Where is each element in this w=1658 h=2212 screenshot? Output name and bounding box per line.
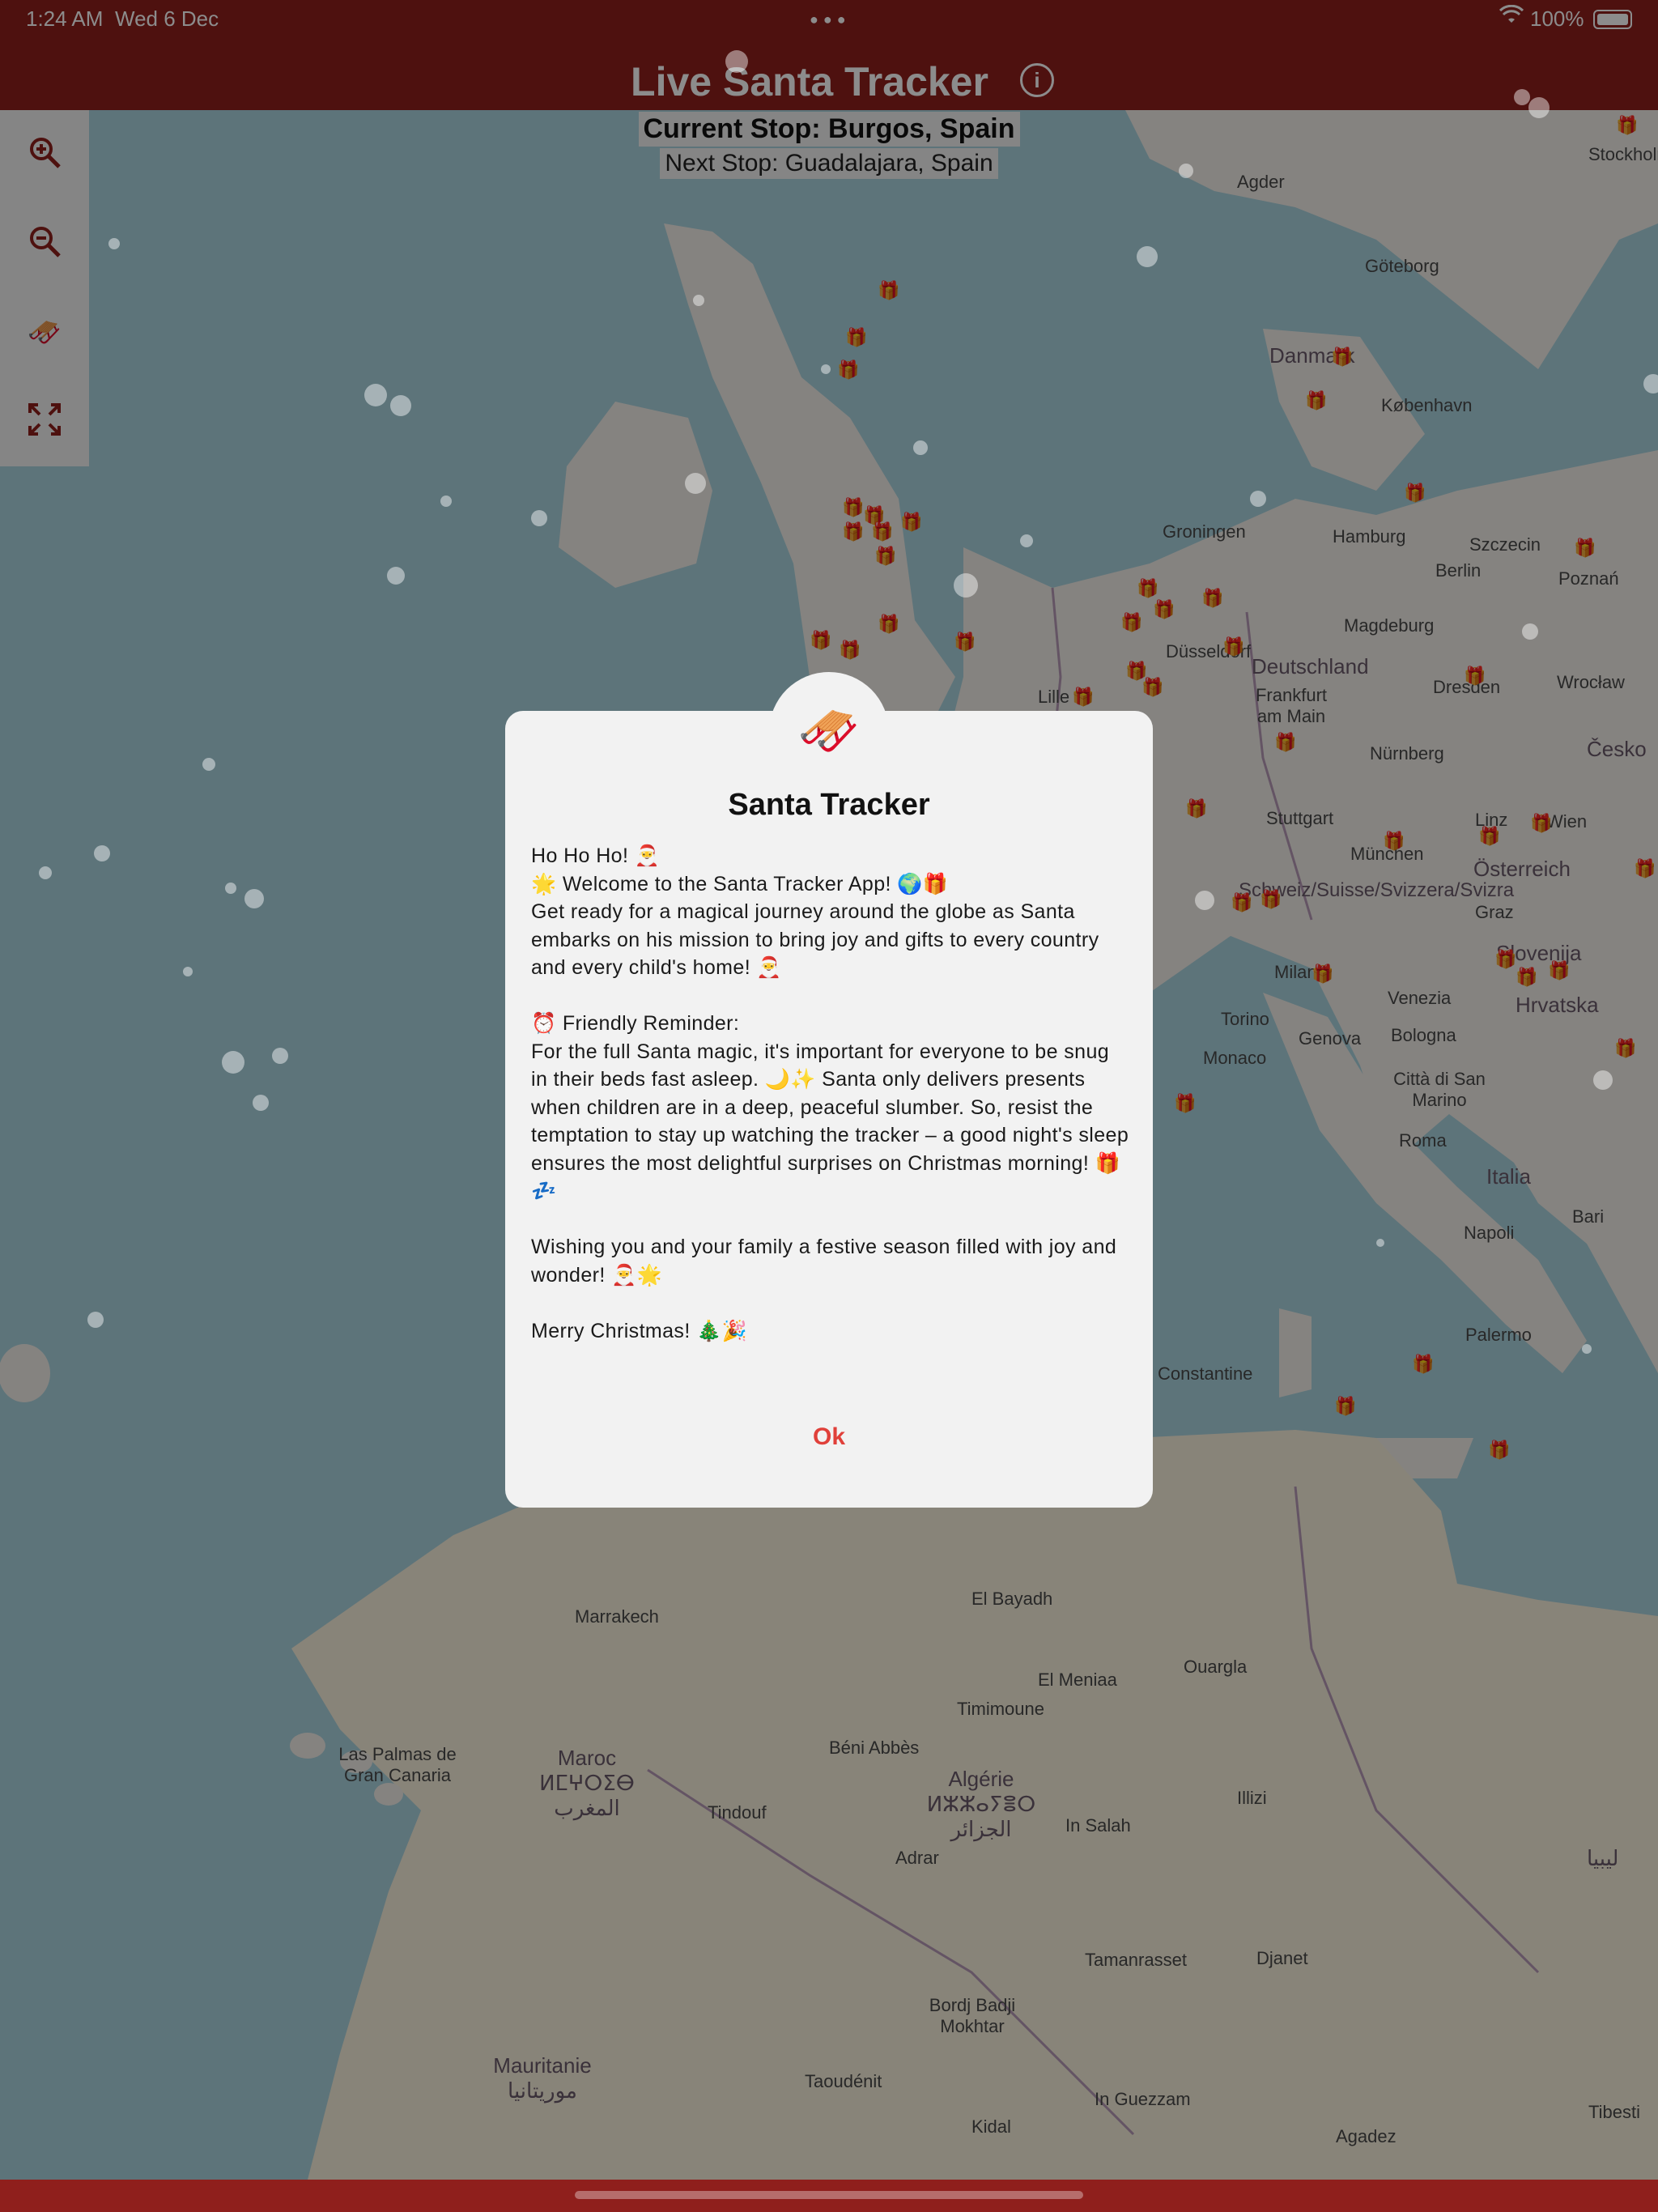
snowflake <box>390 395 411 416</box>
dialog-line: 🌟 Welcome to the Santa Tracker App! 🌍🎁 <box>531 872 949 895</box>
dialog-line-gap <box>531 1289 1130 1317</box>
dialog-line-gap <box>531 982 1130 1010</box>
snowflake <box>1643 374 1658 393</box>
snowflake <box>183 967 193 976</box>
snowflake <box>94 845 110 861</box>
snowflake <box>1582 1344 1592 1354</box>
snowflake <box>1179 164 1193 178</box>
snowflake <box>364 384 387 406</box>
snowflake <box>1376 1239 1384 1247</box>
snowflake <box>202 758 215 771</box>
snowflake <box>685 473 706 494</box>
snowflake <box>244 889 264 908</box>
snowflake <box>253 1095 269 1111</box>
dialog-line: Wishing you and your family a festive se… <box>531 1236 1117 1287</box>
snowflake <box>725 50 748 73</box>
snowflake <box>39 866 52 879</box>
snowflake <box>1514 89 1530 105</box>
snowflake <box>387 567 405 585</box>
dialog-title: Santa Tracker <box>728 788 930 822</box>
snowflake <box>1020 534 1033 547</box>
snowflake <box>821 364 831 374</box>
snowflake <box>954 573 978 598</box>
snowflake <box>87 1312 104 1328</box>
snowflake <box>1250 491 1266 507</box>
snowflake <box>222 1051 244 1074</box>
santa-sleigh-icon: 🛷 <box>769 672 889 792</box>
snowflake <box>693 295 704 306</box>
snowflake <box>1195 891 1214 910</box>
snowflake <box>913 440 928 455</box>
snowflake <box>531 510 547 526</box>
home-indicator[interactable] <box>575 2191 1083 2199</box>
dialog-line: Get ready for a magical journey around t… <box>531 900 1099 979</box>
snowflake <box>1137 246 1158 267</box>
ok-button[interactable]: Ok <box>505 1423 1153 1451</box>
welcome-dialog: Santa Tracker Ho Ho Ho! 🎅 🌟 Welcome to t… <box>505 711 1153 1508</box>
snowflake <box>1593 1070 1613 1090</box>
dialog-line: For the full Santa magic, it's important… <box>531 1040 1129 1203</box>
snowflake <box>1522 623 1538 640</box>
snowflake <box>1528 97 1550 118</box>
snowflake <box>272 1048 288 1064</box>
dialog-line: ⏰ Friendly Reminder: <box>531 1012 740 1035</box>
dialog-line: Ho Ho Ho! 🎅 <box>531 844 661 867</box>
snowflake <box>225 883 236 894</box>
snowflake <box>108 238 120 249</box>
dialog-line-gap <box>531 1206 1130 1234</box>
dialog-message: Ho Ho Ho! 🎅 🌟 Welcome to the Santa Track… <box>531 842 1130 1345</box>
dialog-line: Merry Christmas! 🎄🎉 <box>531 1319 748 1342</box>
snowflake <box>440 496 452 507</box>
